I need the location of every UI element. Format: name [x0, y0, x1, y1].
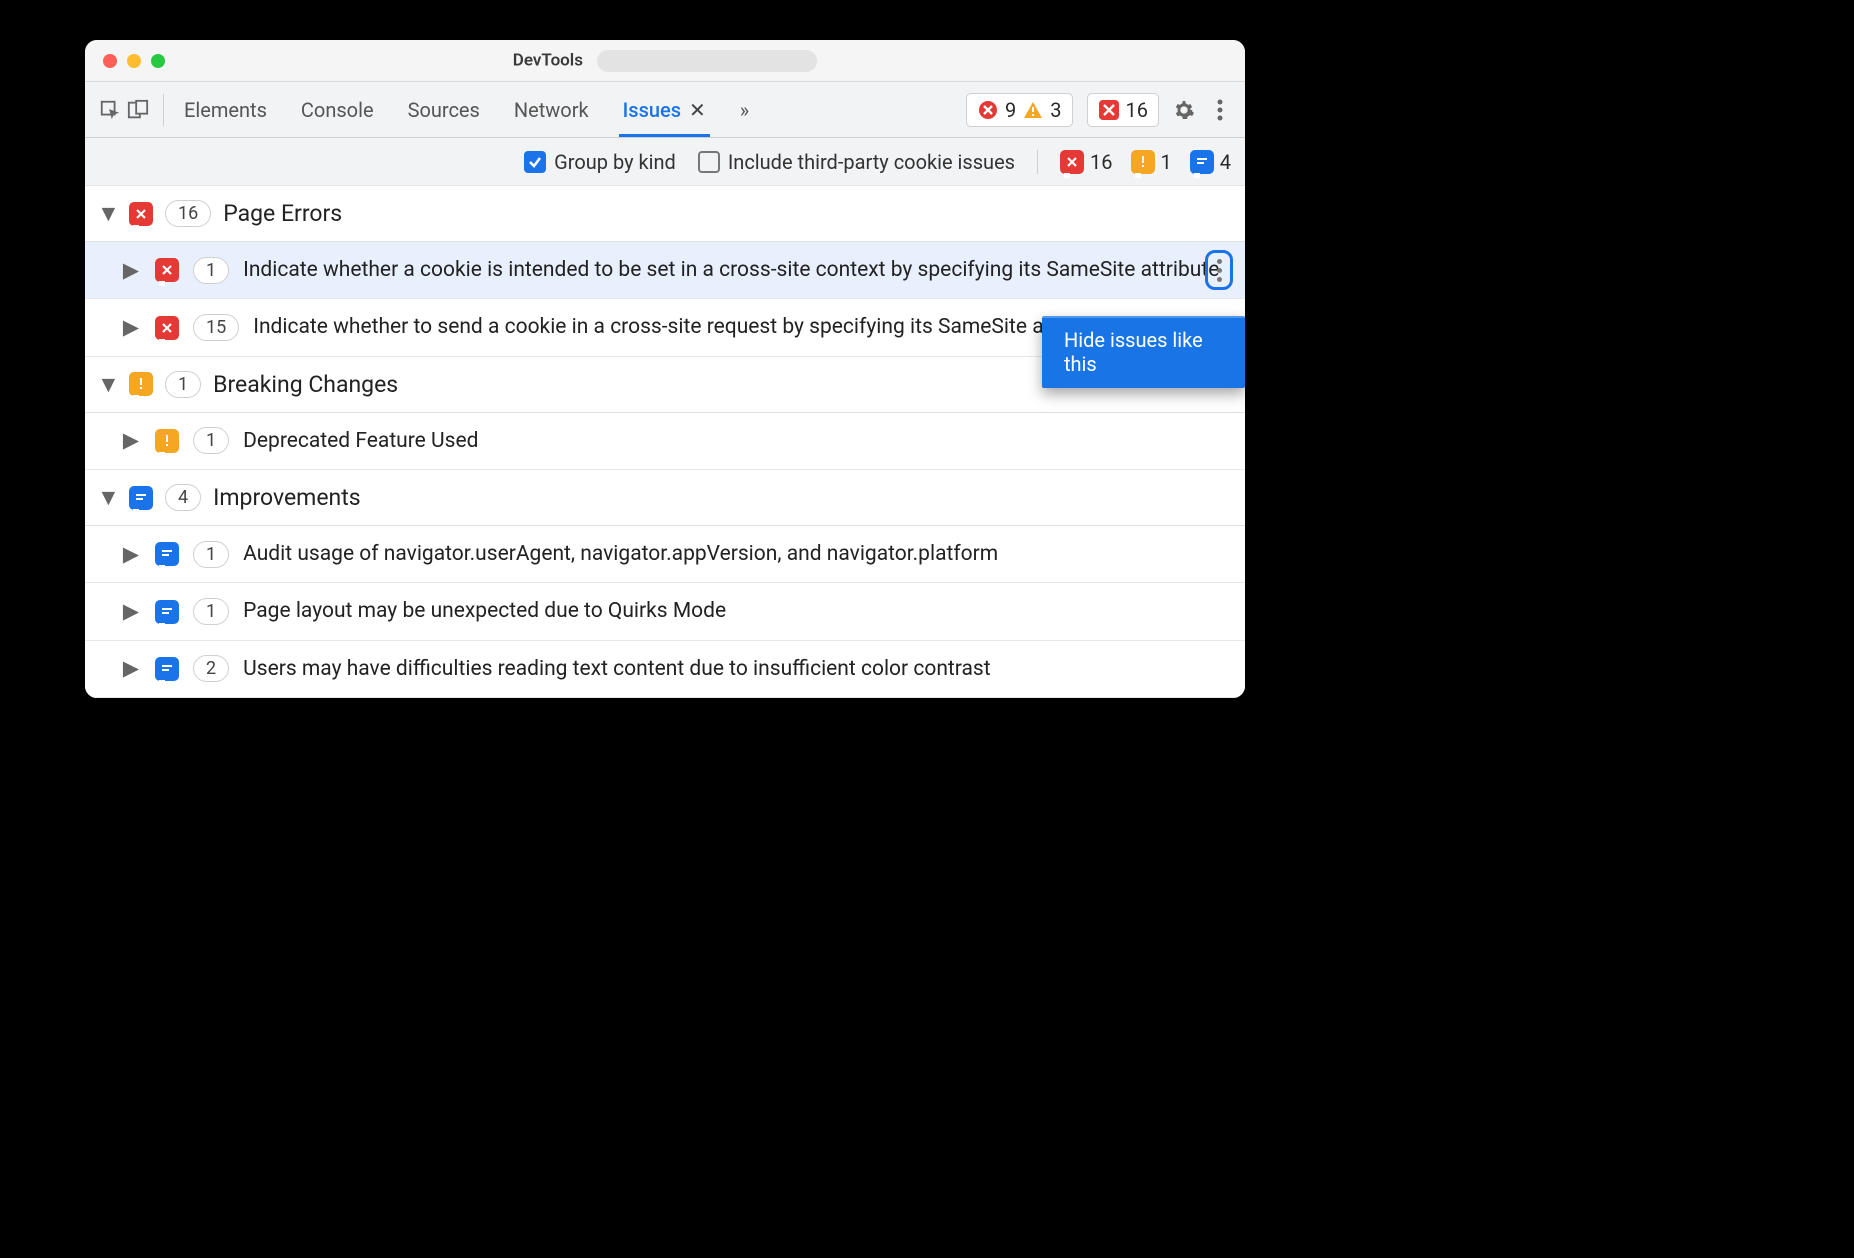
issue-title: Indicate whether a cookie is intended to… [243, 256, 1229, 284]
inspect-element-icon[interactable] [99, 99, 121, 121]
count-pill: 15 [193, 314, 239, 341]
issue-row-cookie-set[interactable]: ▶ 1 Indicate whether a cookie is intended … [85, 242, 1245, 299]
group-label: Page Errors [223, 200, 342, 227]
warning-badge-icon [129, 372, 153, 396]
panel-tabs: Elements Console Sources Network Issues … [184, 98, 749, 122]
issue-row-ua[interactable]: ▶ 1 Audit usage of navigator.userAgent, na… [85, 526, 1245, 583]
chevron-right-icon: ▶ [121, 656, 141, 681]
minimize-window-button[interactable] [127, 54, 141, 68]
device-toolbar-icon[interactable] [127, 99, 149, 121]
checked-icon [524, 151, 546, 173]
err-count: 16 [1060, 150, 1112, 174]
issues-count[interactable]: 16 [1087, 93, 1159, 127]
group-label: Breaking Changes [213, 371, 398, 398]
tab-elements[interactable]: Elements [184, 98, 267, 122]
issue-group-improvements[interactable]: ▼ 4 Improvements [85, 470, 1245, 526]
count-pill: 4 [165, 484, 201, 511]
window-titlebar: DevTools [85, 40, 1245, 82]
issue-title: Page layout may be unexpected due to Qui… [243, 597, 1229, 625]
info-badge-icon [129, 486, 153, 510]
issue-row-contrast[interactable]: ▶ 2 Users may have difficulties reading te… [85, 641, 1245, 698]
count-pill: 1 [165, 371, 201, 398]
warning-triangle-icon [1022, 99, 1044, 121]
row-menu-button[interactable] [1205, 250, 1233, 290]
warning-badge-icon [1131, 150, 1155, 174]
warn-count: 1 [1131, 150, 1172, 174]
chevron-right-icon: ▶ [121, 599, 141, 624]
devtools-window: DevTools Elements Console Sources Networ… [85, 40, 1245, 698]
issue-title: Deprecated Feature Used [243, 427, 1229, 455]
group-by-kind-checkbox[interactable]: Group by kind [524, 150, 676, 174]
count-pill: 1 [193, 427, 229, 454]
count-pill: 1 [193, 598, 229, 625]
error-badge-icon [155, 316, 179, 340]
issue-row-quirks[interactable]: ▶ 1 Page layout may be unexpected due to Q… [85, 583, 1245, 640]
window-title: DevTools [513, 50, 583, 70]
error-badge-icon [129, 202, 153, 226]
close-tab-icon[interactable]: ✕ [689, 98, 706, 122]
issues-list: ▼ 16 Page Errors ▶ 1 Indicate whether a cooki… [85, 186, 1245, 698]
traffic-lights [103, 54, 165, 68]
chevron-down-icon: ▼ [97, 200, 117, 227]
issue-row-deprecated[interactable]: ▶ 1 Deprecated Feature Used [85, 413, 1245, 470]
chevron-right-icon: ▶ [121, 315, 141, 340]
count-pill: 1 [193, 257, 229, 284]
info-badge-icon [1190, 150, 1214, 174]
error-badge-icon [1098, 99, 1120, 121]
devtools-toolbar: Elements Console Sources Network Issues … [85, 82, 1245, 138]
kebab-menu-icon[interactable] [1209, 99, 1231, 121]
issue-title: Audit usage of navigator.userAgent, navi… [243, 540, 1229, 568]
include-thirdparty-checkbox[interactable]: Include third-party cookie issues [698, 150, 1015, 174]
chevron-down-icon: ▼ [97, 484, 117, 511]
unchecked-icon [698, 151, 720, 173]
chevron-right-icon: ▶ [121, 542, 141, 567]
subbar-counts: 16 1 4 [1037, 150, 1231, 174]
issues-subbar: Group by kind Include third-party cookie… [85, 138, 1245, 186]
separator [163, 94, 164, 126]
tab-overflow-icon[interactable]: » [740, 98, 749, 122]
count-pill: 2 [193, 655, 229, 682]
info-badge-icon [155, 600, 179, 624]
chevron-right-icon: ▶ [121, 258, 141, 283]
info-badge-icon [155, 542, 179, 566]
error-circle-icon [977, 99, 999, 121]
info-badge-icon [155, 657, 179, 681]
chevron-down-icon: ▼ [97, 371, 117, 398]
count-pill: 1 [193, 541, 229, 568]
console-counts[interactable]: 9 3 [966, 93, 1073, 127]
group-label: Improvements [213, 484, 361, 511]
error-badge-icon [155, 258, 179, 282]
issue-group-page-errors[interactable]: ▼ 16 Page Errors [85, 186, 1245, 242]
toolbar-right: 9 3 16 [966, 93, 1231, 127]
window-title-pill [597, 50, 817, 72]
error-badge-icon [1060, 150, 1084, 174]
tab-sources[interactable]: Sources [408, 98, 480, 122]
issue-title: Users may have difficulties reading text… [243, 655, 1229, 683]
maximize-window-button[interactable] [151, 54, 165, 68]
hide-issue-popover[interactable]: Hide issues like this [1042, 316, 1245, 388]
tab-network[interactable]: Network [514, 98, 589, 122]
count-pill: 16 [165, 200, 211, 227]
info-count: 4 [1190, 150, 1231, 174]
tab-issues[interactable]: Issues ✕ [623, 98, 706, 122]
chevron-right-icon: ▶ [121, 428, 141, 453]
tab-console[interactable]: Console [301, 98, 374, 122]
close-window-button[interactable] [103, 54, 117, 68]
window-title-wrap: DevTools [85, 50, 1245, 72]
gear-icon[interactable] [1173, 99, 1195, 121]
warning-badge-icon [155, 429, 179, 453]
